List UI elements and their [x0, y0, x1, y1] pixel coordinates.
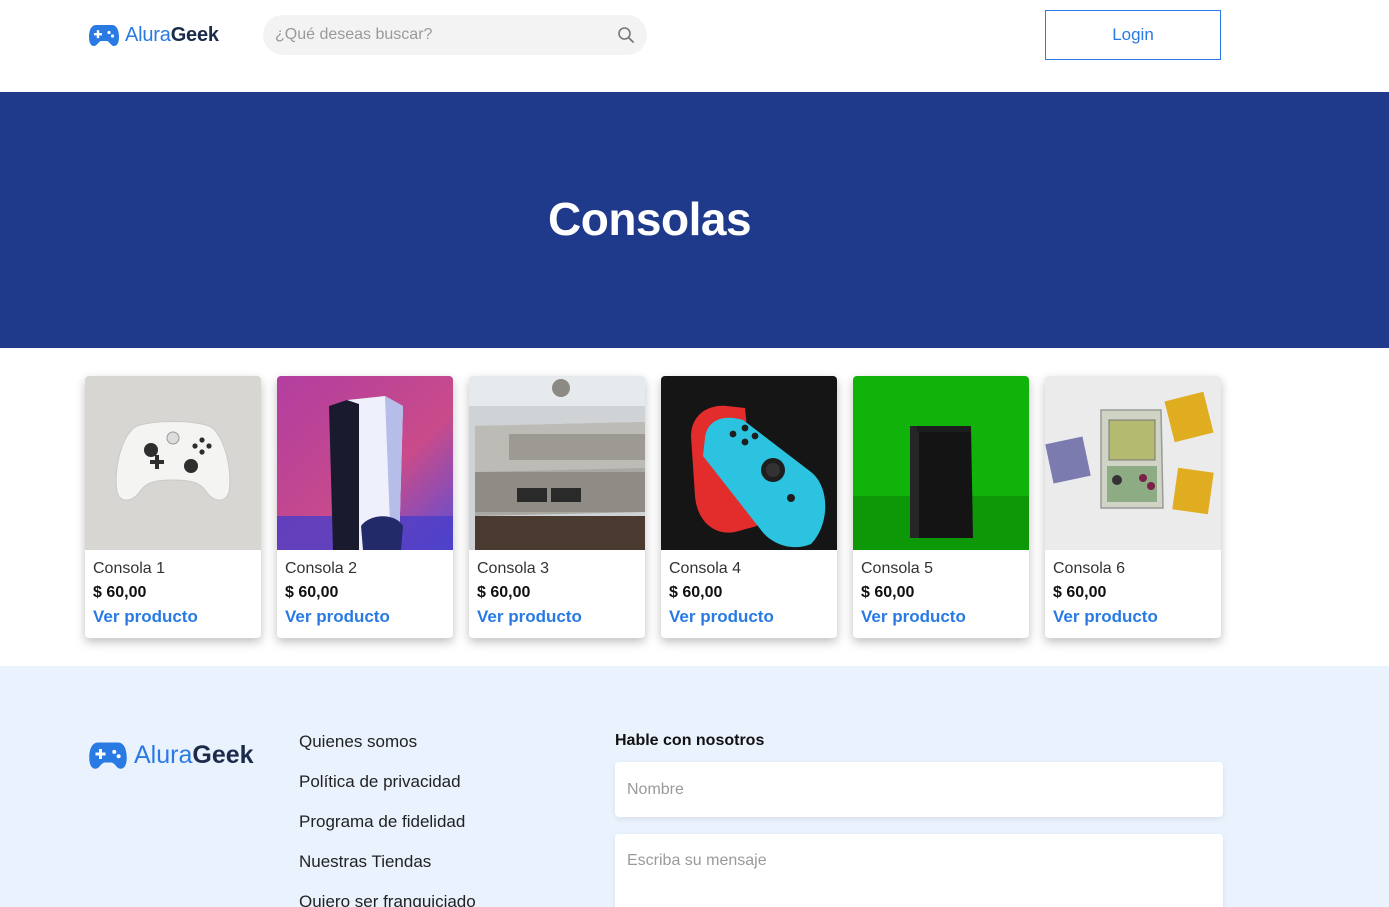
gamepad-icon	[89, 742, 127, 769]
product-image-nintendo-nes[interactable]	[469, 376, 645, 550]
footer-logo[interactable]: AluraGeek	[88, 740, 254, 770]
footer-link-item: Política de privacidad	[299, 772, 476, 812]
gamepad-icon	[89, 25, 119, 46]
footer-link-item: Nuestras Tiendas	[299, 852, 476, 892]
product-price: $ 60,00	[669, 584, 723, 601]
view-product-link[interactable]: Ver producto	[669, 607, 774, 627]
link-programa-fidelidad[interactable]: Programa de fidelidad	[299, 812, 465, 831]
product-list: Consola 1 $ 60,00 Ver producto Consola 2…	[0, 348, 1389, 666]
product-price: $ 60,00	[1053, 584, 1107, 601]
link-quienes-somos[interactable]: Quienes somos	[299, 732, 417, 751]
product-price: $ 60,00	[861, 584, 915, 601]
product-card[interactable]: Consola 4 $ 60,00 Ver producto	[661, 376, 837, 638]
product-card[interactable]: Consola 6 $ 60,00 Ver producto	[1045, 376, 1221, 638]
contact-form: Hable con nosotros	[615, 732, 1223, 907]
search-icon[interactable]	[617, 26, 635, 44]
product-name: Consola 1	[93, 560, 166, 577]
view-product-link[interactable]: Ver producto	[1053, 607, 1158, 627]
name-field[interactable]	[615, 762, 1223, 817]
header-logo[interactable]: AluraGeek	[88, 22, 219, 48]
product-image-playstation-5[interactable]	[277, 376, 453, 550]
page-title: Consolas	[548, 193, 752, 245]
product-name: Consola 5	[861, 560, 934, 577]
search-bar	[263, 15, 647, 55]
view-product-link[interactable]: Ver producto	[477, 607, 582, 627]
product-card[interactable]: Consola 5 $ 60,00 Ver producto	[853, 376, 1029, 638]
site-header: AluraGeek Login	[0, 0, 1389, 92]
product-card[interactable]: Consola 1 $ 60,00 Ver producto	[85, 376, 261, 638]
product-image-xbox-series-x[interactable]	[853, 376, 1029, 550]
login-button[interactable]: Login	[1045, 10, 1221, 60]
product-card[interactable]: Consola 3 $ 60,00 Ver producto	[469, 376, 645, 638]
site-footer: AluraGeek Quienes somos Política de priv…	[0, 666, 1389, 907]
product-image-game-boy[interactable]	[1045, 376, 1221, 550]
view-product-link[interactable]: Ver producto	[285, 607, 390, 627]
search-input[interactable]	[275, 15, 605, 55]
contact-title: Hable con nosotros	[615, 732, 765, 749]
link-nuestras-tiendas[interactable]: Nuestras Tiendas	[299, 852, 431, 871]
product-name: Consola 3	[477, 560, 550, 577]
product-name: Consola 2	[285, 560, 358, 577]
footer-links: Quienes somos Política de privacidad Pro…	[299, 732, 476, 907]
brand-name: AluraGeek	[134, 740, 254, 769]
product-price: $ 60,00	[93, 584, 147, 601]
product-image-nintendo-switch[interactable]	[661, 376, 837, 550]
footer-link-item: Quiero ser franquiciado	[299, 892, 476, 907]
footer-link-item: Programa de fidelidad	[299, 812, 476, 852]
product-image-xbox-controller[interactable]	[85, 376, 261, 550]
message-field[interactable]	[615, 834, 1223, 907]
link-franquiciado[interactable]: Quiero ser franquiciado	[299, 892, 476, 907]
hero-banner: Consolas	[0, 92, 1389, 348]
product-name: Consola 6	[1053, 560, 1126, 577]
product-card[interactable]: Consola 2 $ 60,00 Ver producto	[277, 376, 453, 638]
product-price: $ 60,00	[285, 584, 339, 601]
product-price: $ 60,00	[477, 584, 531, 601]
view-product-link[interactable]: Ver producto	[861, 607, 966, 627]
link-politica-privacidad[interactable]: Política de privacidad	[299, 772, 461, 791]
brand-name: AluraGeek	[125, 23, 219, 46]
footer-link-item: Quienes somos	[299, 732, 476, 772]
product-name: Consola 4	[669, 560, 742, 577]
view-product-link[interactable]: Ver producto	[93, 607, 198, 627]
